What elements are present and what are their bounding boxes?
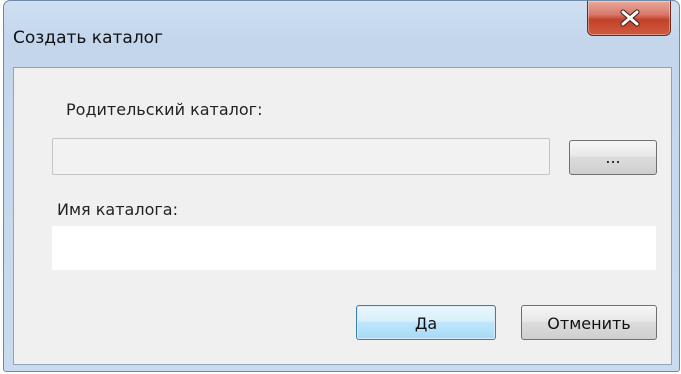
title-bar[interactable]: Создать каталог: [4, 1, 679, 61]
close-button[interactable]: [587, 1, 671, 36]
close-icon: [620, 9, 640, 27]
ok-button[interactable]: Да: [356, 305, 496, 340]
parent-directory-label: Родительский каталог:: [66, 100, 263, 119]
dialog-window: Создать каталог Родительский каталог: ..…: [3, 0, 680, 372]
directory-name-field[interactable]: [52, 226, 656, 270]
browse-button[interactable]: ...: [569, 140, 657, 175]
dialog-content: Родительский каталог: ... Имя каталога: …: [13, 67, 672, 365]
window-title: Создать каталог: [13, 28, 164, 48]
directory-name-label: Имя каталога:: [57, 200, 178, 219]
parent-directory-field[interactable]: [52, 138, 550, 175]
cancel-button[interactable]: Отменить: [521, 305, 657, 340]
